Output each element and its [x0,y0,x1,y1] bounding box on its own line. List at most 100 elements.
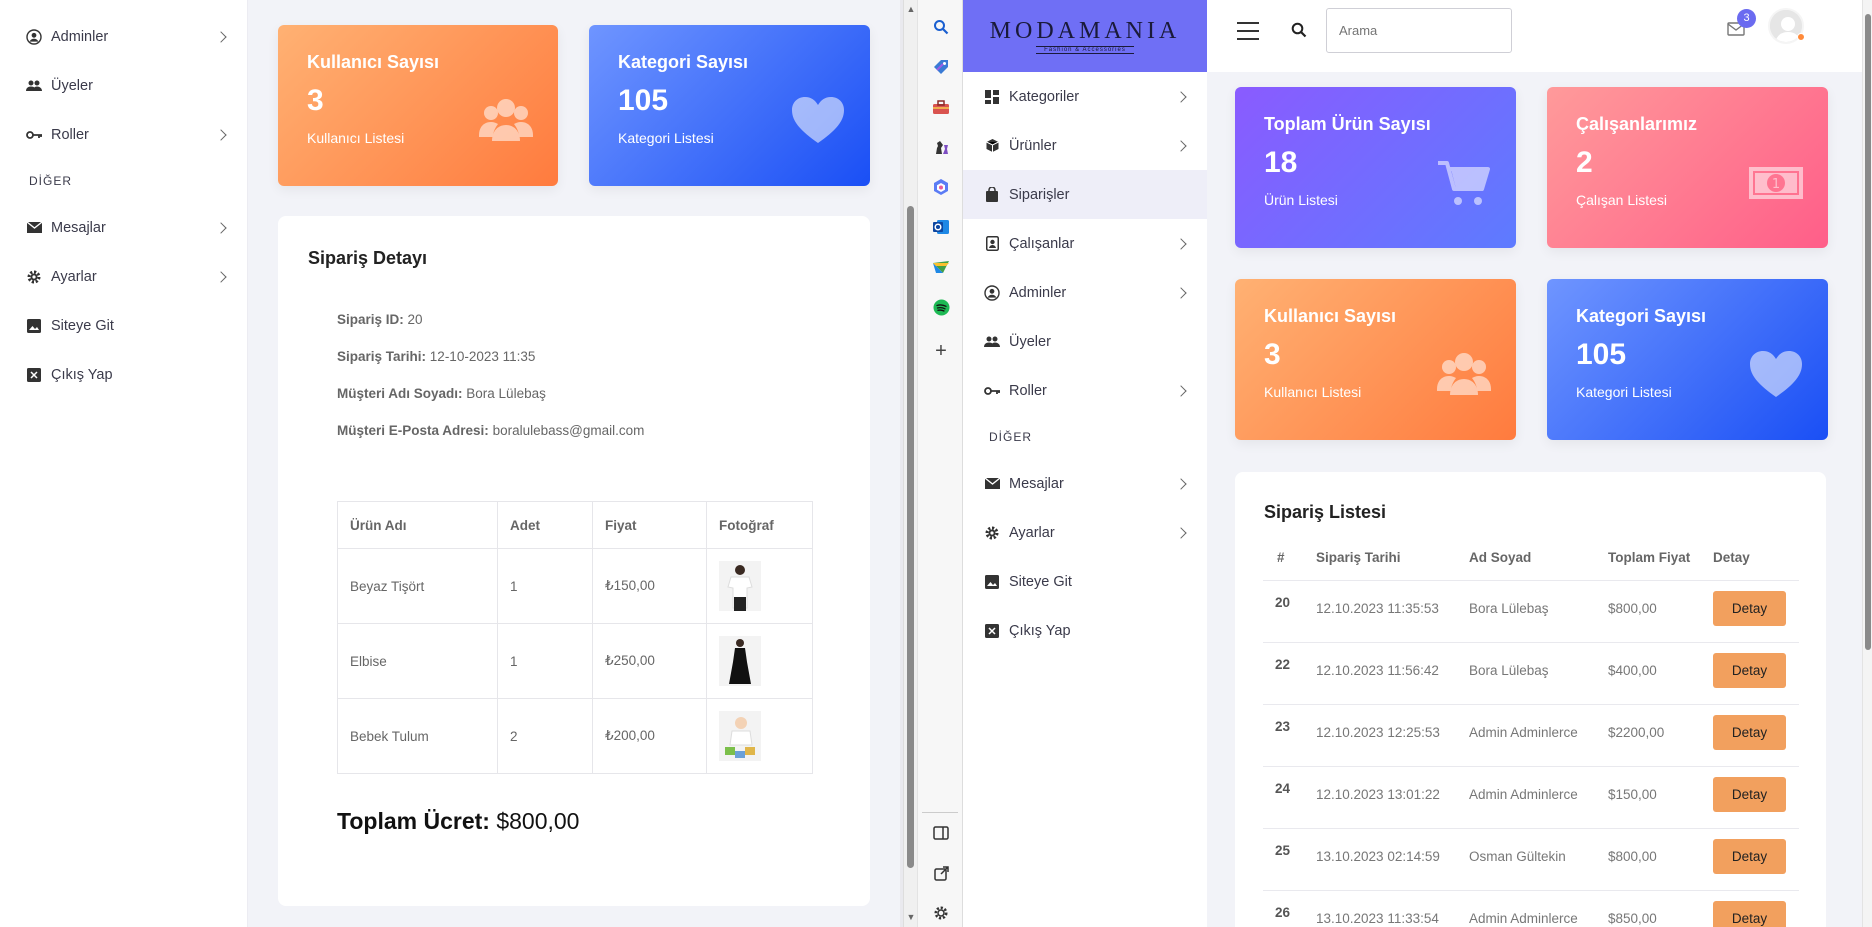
total-label: Toplam Ücret: [337,808,490,834]
detail-button[interactable]: Detay [1713,901,1786,927]
sidebar-item-label: Ayarlar [1009,524,1055,541]
sidebar-item-label: Çıkış Yap [1009,622,1071,639]
sidebar-item-mesajlar[interactable]: Mesajlar [0,203,247,252]
sidebar-item-label: Üyeler [51,77,93,94]
scroll-down-arrow-icon[interactable]: ▼ [906,912,916,922]
stat-card-categories[interactable]: Kategori Sayısı 105 Kategori Listesi [1547,279,1828,440]
sidebar-item-roller[interactable]: Roller [0,110,247,159]
column-header: Ad Soyad [1469,550,1532,565]
gear-icon[interactable] [930,902,952,924]
scroll-up-arrow-icon[interactable]: ▲ [906,4,916,14]
sidebar-item-calisanlar[interactable]: Çalışanlar [963,219,1207,268]
toolbox-icon[interactable] [930,96,952,118]
field-label: Sipariş ID: [337,312,404,327]
order-date: 13.10.2023 02:14:59 [1316,849,1440,864]
sidebar-section-label: DİĞER [989,430,1033,444]
table-header-row: Ürün Adı Adet Fiyat Fotoğraf [337,501,813,549]
sidebar-item-ayarlar[interactable]: Ayarlar [0,252,247,301]
order-total: Toplam Ücret: $800,00 [337,808,579,835]
search-input[interactable] [1326,8,1512,53]
hamburger-menu-icon[interactable] [1237,22,1259,40]
stat-card-users[interactable]: Kullanıcı Sayısı 3 Kullanıcı Listesi [278,25,558,186]
sidebar-item-siteye-git[interactable]: Siteye Git [963,557,1207,606]
detail-button[interactable]: Detay [1713,839,1786,874]
card-link[interactable]: Kullanıcı Listesi [307,130,404,146]
card-title: Çalışanlarımız [1576,114,1698,134]
sidebar-item-siparisler[interactable]: Siparişler [963,170,1207,219]
order-total: $2200,00 [1608,725,1665,740]
card-link[interactable]: Kategori Listesi [1576,384,1672,400]
scrollbar-thumb[interactable] [1865,14,1871,650]
copilot-icon[interactable] [930,176,952,198]
chevron-right-icon [215,30,227,43]
sidebar-item-cikis-yap[interactable]: Çıkış Yap [963,606,1207,655]
product-qty: 1 [497,623,593,699]
search-icon[interactable] [1291,22,1307,43]
column-header: Detay [1713,550,1750,565]
field-value: 12-10-2023 11:35 [429,349,536,364]
sidebar-item-label: Roller [1009,382,1047,399]
customer-name: Admin Adminlerce [1469,787,1578,802]
money-icon: 1 [1749,167,1803,199]
customer-name: Admin Adminlerce [1469,725,1578,740]
drive-icon[interactable] [930,256,952,278]
detail-button[interactable]: Detay [1713,591,1786,626]
sidebar-item-urunler[interactable]: Ürünler [963,121,1207,170]
external-link-icon[interactable] [930,862,952,884]
search-icon[interactable] [930,16,952,38]
card-link[interactable]: Ürün Listesi [1264,192,1338,208]
spotify-icon[interactable] [930,296,952,318]
stat-card-employees[interactable]: Çalışanlarımız 2 Çalışan Listesi 1 [1547,87,1828,248]
top-navbar: 3 [1207,0,1872,72]
sidebar-item-label: Kategoriler [1009,88,1080,105]
detail-button[interactable]: Detay [1713,715,1786,750]
split-view-icon[interactable] [930,822,952,844]
sidebar-item-siteye-git[interactable]: Siteye Git [0,301,247,350]
bag-icon [983,186,1001,204]
sidebar-item-adminler[interactable]: Adminler [963,268,1207,317]
sidebar-item-roller[interactable]: Roller [963,366,1207,415]
chevron-right-icon [215,270,227,283]
detail-button[interactable]: Detay [1713,777,1786,812]
browser-sidebar-strip: ▲ ▼ + [903,0,963,927]
order-list-panel: Sipariş Listesi # Sipariş Tarihi Ad Soya… [1235,472,1826,927]
order-total: $150,00 [1608,787,1657,802]
chess-icon[interactable] [930,136,952,158]
card-value: 3 [1264,338,1281,371]
sidebar-item-uyeler[interactable]: Üyeler [0,61,247,110]
image-icon [983,573,1001,591]
scrollbar-thumb[interactable] [907,206,914,868]
gear-icon [983,524,1001,542]
sidebar-item-mesajlar[interactable]: Mesajlar [963,459,1207,508]
card-link[interactable]: Kullanıcı Listesi [1264,384,1361,400]
plus-icon[interactable]: + [930,340,952,362]
outlook-icon[interactable] [930,216,952,238]
detail-button[interactable]: Detay [1713,653,1786,688]
brand-logo[interactable]: MODAMANIA Fashion & Accessories [963,0,1207,72]
stat-card-products[interactable]: Toplam Ürün Sayısı 18 Ürün Listesi [1235,87,1516,248]
card-link[interactable]: Çalışan Listesi [1576,192,1667,208]
right-scrollbar[interactable] [1862,0,1872,927]
order-id: 23 [1275,719,1291,734]
sidebar-item-ayarlar[interactable]: Ayarlar [963,508,1207,557]
card-link[interactable]: Kategori Listesi [618,130,714,146]
customer-name: Admin Adminlerce [1469,911,1578,926]
column-header: Ürün Adı [337,501,498,549]
customer-name-line: Müşteri Adı Soyadı: Bora Lülebaş [337,386,546,401]
sidebar-item-uyeler[interactable]: Üyeler [963,317,1207,366]
middle-scrollbar[interactable]: ▲ ▼ [904,0,918,927]
close-box-icon [25,366,43,384]
panel-title: Sipariş Detayı [308,248,428,268]
stat-card-categories[interactable]: Kategori Sayısı 105 Kategori Listesi [589,25,870,186]
users-icon [983,333,1001,351]
field-label: Müşteri Adı Soyadı: [337,386,463,401]
column-header: Toplam Fiyat [1608,550,1691,565]
tag-icon[interactable] [930,56,952,78]
sidebar-item-cikis-yap[interactable]: Çıkış Yap [0,350,247,399]
sidebar-item-kategoriler[interactable]: Kategoriler [963,72,1207,121]
sidebar-item-adminler[interactable]: Adminler [0,12,247,61]
stat-card-users[interactable]: Kullanıcı Sayısı 3 Kullanıcı Listesi [1235,279,1516,440]
users-icon [1437,353,1491,395]
product-name: Bebek Tulum [337,698,498,774]
order-date: 12.10.2023 11:56:42 [1316,663,1439,678]
